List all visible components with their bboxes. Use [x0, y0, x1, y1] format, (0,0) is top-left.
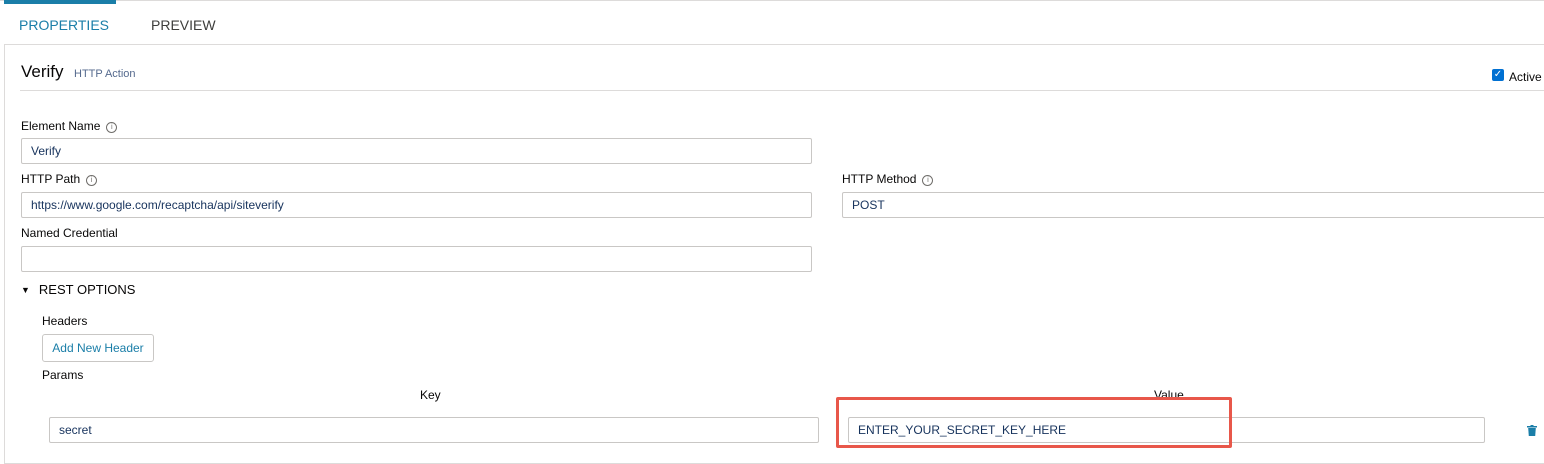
http-method-label-text: HTTP Method: [842, 172, 917, 186]
active-label: Active: [1509, 70, 1542, 84]
element-title: Verify: [21, 62, 64, 81]
http-path-label: HTTP Path i: [21, 172, 98, 186]
highlight-box: [836, 397, 1232, 448]
add-new-header-button[interactable]: Add New Header: [42, 334, 154, 362]
http-path-input[interactable]: https://www.google.com/recaptcha/api/sit…: [21, 192, 812, 218]
header-divider: [20, 90, 1544, 91]
rest-options-label: REST OPTIONS: [38, 282, 136, 297]
http-method-label: HTTP Method i: [842, 172, 934, 186]
element-type: HTTP Action: [74, 68, 136, 80]
http-path-label-text: HTTP Path: [21, 172, 81, 186]
element-name-label: Element Name i: [21, 119, 118, 133]
named-credential-label: Named Credential: [21, 226, 118, 240]
info-icon[interactable]: i: [106, 122, 118, 133]
checkbox-checked-icon[interactable]: ✓: [1492, 69, 1504, 81]
info-icon[interactable]: i: [86, 175, 98, 186]
tab-preview[interactable]: PREVIEW: [151, 1, 216, 43]
named-credential-input[interactable]: [21, 246, 812, 272]
param-key-input[interactable]: secret: [49, 417, 819, 443]
http-method-select[interactable]: POST: [842, 192, 1544, 218]
element-name-label-text: Element Name: [21, 119, 101, 133]
trash-icon[interactable]: [1527, 425, 1537, 436]
element-name-input[interactable]: Verify: [21, 138, 812, 164]
info-icon[interactable]: i: [922, 175, 934, 186]
tab-properties[interactable]: PROPERTIES: [19, 1, 109, 43]
key-column-header: Key: [420, 388, 441, 402]
headers-label: Headers: [42, 314, 88, 328]
tab-bar: PROPERTIES PREVIEW: [0, 0, 1544, 44]
params-label: Params: [42, 368, 84, 382]
rest-options-toggle[interactable]: ▼ REST OPTIONS: [21, 282, 135, 297]
chevron-down-icon: ▼: [21, 285, 30, 295]
